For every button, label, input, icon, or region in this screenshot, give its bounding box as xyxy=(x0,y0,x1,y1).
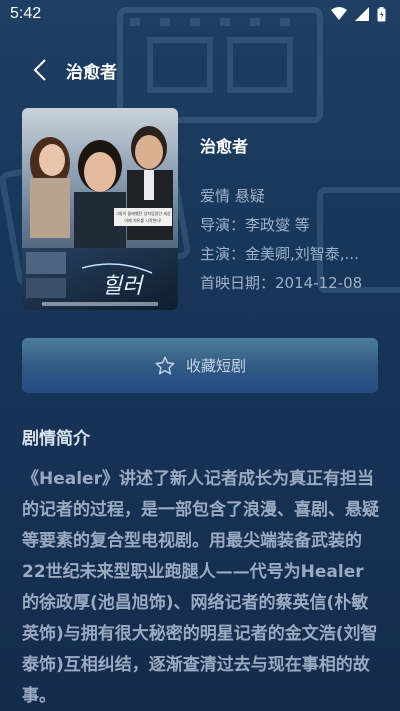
poster-korean-title: 힐러 xyxy=(102,274,144,299)
wifi-icon xyxy=(331,7,347,20)
favorite-button-label: 收藏短剧 xyxy=(185,357,246,375)
favorite-button[interactable]: 收藏短剧 xyxy=(22,338,378,393)
status-time: 5:42 xyxy=(10,5,42,22)
battery-icon xyxy=(377,6,386,21)
status-icons xyxy=(331,6,386,22)
drama-premiere: 首映日期：2014-12-08 xyxy=(200,274,363,292)
drama-title: 治愈者 xyxy=(200,137,249,156)
drama-cast: 主演：金美卿,刘智泰,... xyxy=(200,245,359,263)
drama-director: 导演：李政燮 等 xyxy=(200,216,310,234)
chevron-left-icon xyxy=(33,59,46,81)
page-title: 治愈者 xyxy=(66,62,117,83)
drama-info: 治愈者 爱情 悬疑 导演：李政燮 等 主演：金美卿,刘智泰,... 首映日期：2… xyxy=(200,133,390,301)
back-button[interactable] xyxy=(20,50,60,90)
svg-text:그들이 몰래했던 상처입었던 세상: 그들이 몰래했던 상처입었던 세상 xyxy=(115,210,171,216)
header: 治愈者 xyxy=(0,50,400,90)
drama-genre: 爱情 悬疑 xyxy=(200,187,265,205)
status-bar: 5:42 xyxy=(0,0,400,28)
star-outline-icon xyxy=(155,356,175,375)
signal-icon xyxy=(355,7,369,21)
synopsis-text: 《Healer》讲述了新人记者成长为真正有担当的记者的过程，是一部包含了浪漫、喜… xyxy=(22,469,379,706)
synopsis-heading: 剧情简介 xyxy=(22,429,90,449)
svg-text:이제 치유를 시작한다!: 이제 치유를 시작한다! xyxy=(124,217,161,223)
drama-poster: 그들이 몰래했던 상처입었던 세상 이제 치유를 시작한다! 힐러 xyxy=(22,108,178,310)
